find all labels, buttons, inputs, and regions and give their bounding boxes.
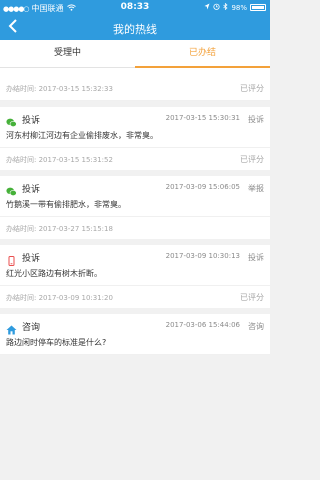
submit-time: 2017-03-09 15:06:05 (165, 183, 240, 191)
list-item[interactable]: 办结时间: 2017-03-15 15:32:33 已评分 (0, 68, 270, 101)
list-item[interactable]: 咨询 2017-03-06 15:44:06 咨询 路边闲时停车的标准是什么? (0, 314, 270, 355)
tab-completed[interactable]: 已办结 (135, 40, 270, 68)
phone-icon (6, 251, 17, 266)
record-text: 红光小区路边有树木折断。 (6, 269, 102, 278)
completion-row: 办结时间: 2017-03-09 10:31:20 已评分 (0, 286, 270, 308)
rating-status: 已评分 (240, 293, 264, 302)
wechat-icon (6, 113, 17, 128)
record-type: 投诉 (22, 116, 41, 126)
tab-bar: 受理中 已办结 (0, 40, 270, 68)
battery-icon (250, 4, 266, 11)
done-label: 办结时间: (6, 225, 37, 233)
bluetooth-icon (223, 2, 228, 12)
rating-status: 已评分 (240, 84, 264, 93)
record-text: 路边闲时停车的标准是什么? (6, 338, 107, 347)
tab-processing[interactable]: 受理中 (0, 40, 135, 67)
done-label: 办结时间: (6, 294, 37, 302)
done-time: 2017-03-27 15:15:18 (38, 225, 113, 233)
record-type: 投诉 (22, 254, 41, 264)
wechat-icon (6, 182, 17, 197)
record-kind: 咨询 (248, 322, 264, 331)
nav-bar: 我的热线 (0, 16, 270, 40)
record-text: 河东村柳江河边有企业偷排废水，非常臭。 (6, 131, 158, 140)
page-title: 我的热线 (113, 23, 157, 36)
done-time: 2017-03-15 15:32:33 (38, 85, 113, 93)
record-kind: 投诉 (248, 253, 264, 262)
home-icon (6, 320, 17, 335)
done-time: 2017-03-09 10:31:20 (38, 294, 113, 302)
completion-row: 办结时间: 2017-03-15 15:31:52 已评分 (0, 148, 270, 170)
record-kind: 投诉 (248, 115, 264, 124)
list-item[interactable]: 投诉 2017-03-15 15:30:31 投诉 河东村柳江河边有企业偷排废水… (0, 107, 270, 170)
alarm-icon (213, 3, 221, 12)
status-bar: ●●●●○ 中国联通 08:33 98% (0, 0, 270, 16)
record-list[interactable]: 办结时间: 2017-03-15 15:32:33 已评分 投诉 2017-03… (0, 68, 270, 480)
done-label: 办结时间: (6, 85, 37, 93)
submit-time: 2017-03-06 15:44:06 (165, 321, 240, 329)
completion-row: 办结时间: 2017-03-27 15:15:18 (0, 217, 270, 239)
list-item[interactable]: 投诉 2017-03-09 15:06:05 举报 竹鹅溪一带有偷排肥水，非常臭… (0, 176, 270, 239)
record-type: 咨询 (22, 323, 41, 333)
rating-status: 已评分 (240, 155, 264, 164)
record-type: 投诉 (22, 185, 41, 195)
list-item[interactable]: 投诉 2017-03-09 10:30:13 投诉 红光小区路边有树木折断。 办… (0, 245, 270, 308)
record-text: 竹鹅溪一带有偷排肥水，非常臭。 (6, 200, 126, 209)
battery-percent: 98% (231, 3, 247, 12)
record-kind: 举报 (248, 184, 264, 193)
done-label: 办结时间: (6, 156, 37, 164)
submit-time: 2017-03-09 10:30:13 (165, 252, 240, 260)
completion-row: 办结时间: 2017-03-15 15:32:33 已评分 (0, 76, 270, 101)
submit-time: 2017-03-15 15:30:31 (165, 114, 240, 122)
location-icon (204, 3, 210, 12)
done-time: 2017-03-15 15:31:52 (38, 156, 113, 164)
